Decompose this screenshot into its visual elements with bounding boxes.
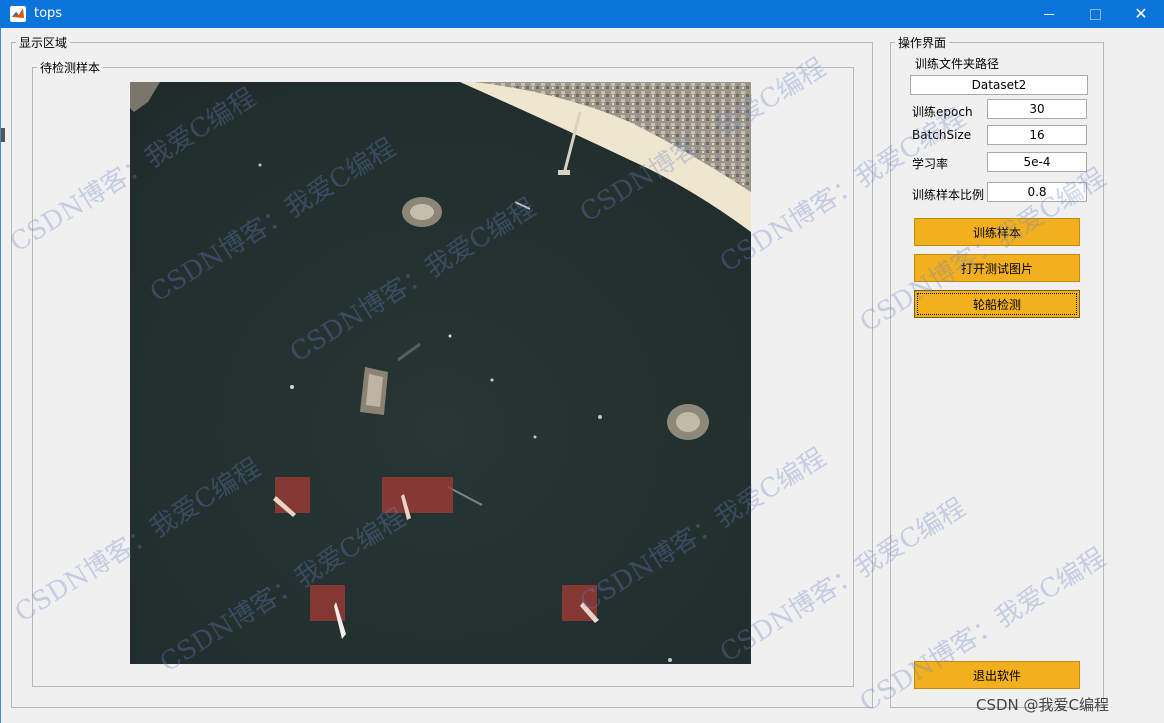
ops-panel-title: 操作界面 [895,34,950,51]
sample-panel-title: 待检测样本 [37,59,104,76]
minimize-button[interactable] [1026,0,1072,28]
minimize-icon [1044,13,1054,15]
close-icon: ✕ [1134,4,1148,23]
open-test-image-button[interactable]: 打开测试图片 [914,254,1080,282]
learning-rate-input[interactable] [987,152,1087,172]
window-edge-marker [1,128,5,142]
sample-image [130,82,751,664]
maximize-button[interactable] [1072,0,1118,28]
train-button[interactable]: 训练样本 [914,218,1080,246]
display-panel-title: 显示区域 [16,34,71,51]
epoch-input[interactable] [987,99,1087,119]
watermark-footer: CSDN @我爱C编程 [976,696,1110,714]
batchsize-label: BatchSize [912,128,972,142]
window-title: tops [34,6,63,21]
matlab-icon [10,6,26,22]
close-button[interactable]: ✕ [1118,0,1164,28]
epoch-label: 训练epoch [912,105,973,119]
batchsize-input[interactable] [987,125,1087,145]
learning-rate-label: 学习率 [912,157,949,171]
exit-button[interactable]: 退出软件 [914,661,1080,689]
train-ratio-input[interactable] [987,182,1087,202]
train-folder-label: 训练文件夹路径 [915,57,1000,71]
train-ratio-label: 训练样本比例 [912,188,985,202]
title-bar: tops ✕ [0,0,1164,28]
maximize-icon [1089,8,1101,20]
train-folder-input[interactable] [910,75,1088,95]
detect-ship-button[interactable]: 轮船检测 [914,290,1080,318]
